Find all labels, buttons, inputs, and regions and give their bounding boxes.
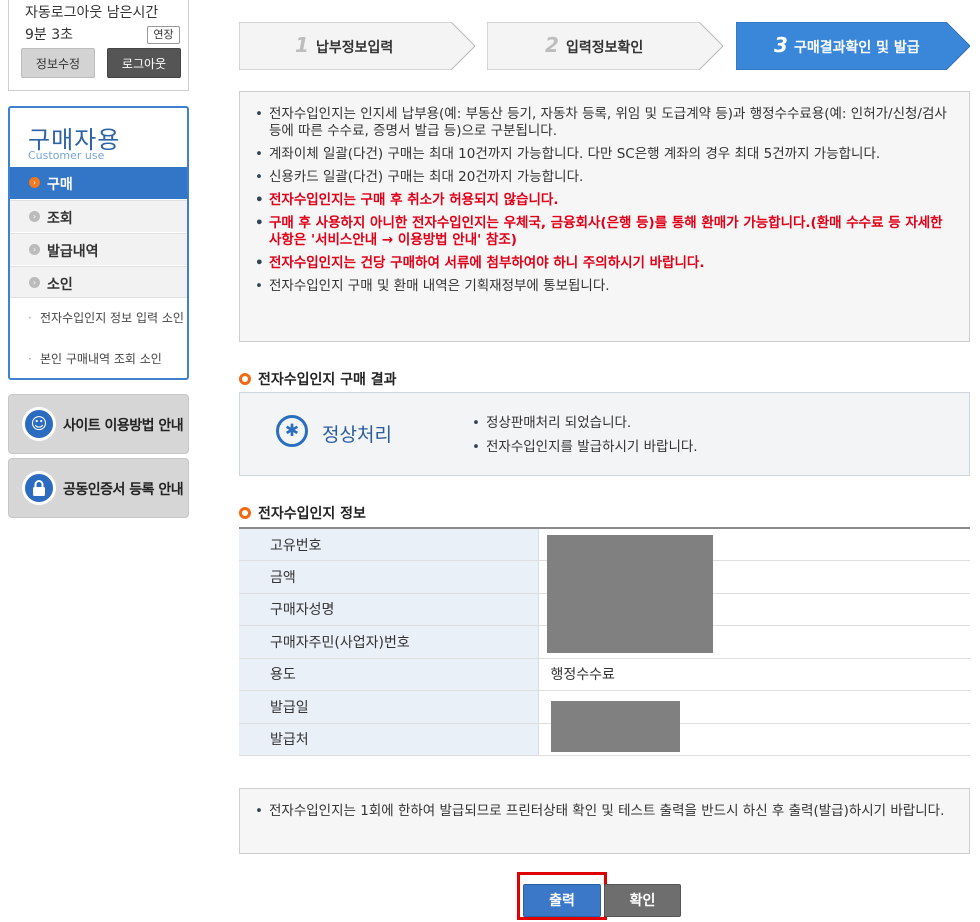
notice-warning-item: 전자수입인지는 구매 후 취소가 허용되지 않습니다.	[240, 192, 969, 209]
session-panel: 자동로그아웃 남은시간 9분 3초 연장 정보수정 로그아웃	[8, 0, 189, 91]
row-label: 금액	[239, 560, 539, 594]
print-button[interactable]: 출력	[523, 884, 601, 917]
step-2: 2 입력정보확인	[487, 22, 723, 70]
bullet-icon: ·	[28, 311, 32, 325]
row-label: 구매자성명	[239, 593, 539, 626]
result-message: 정상판매처리 되었습니다.	[472, 411, 698, 435]
row-value: 행정수수료	[538, 658, 970, 691]
sidebar-item-issue-history[interactable]: › 발급내역	[10, 233, 187, 265]
notice-warning-item: 전자수입인지는 건당 구매하여 서류에 첨부하여야 하니 주의하시기 바랍니다.	[240, 255, 969, 272]
guide-label: 공동인증서 등록 안내	[63, 482, 184, 498]
step-number: 2	[545, 33, 559, 57]
bullet-icon: ·	[28, 352, 32, 366]
sidebar-menu: 구매자용 Customer use › 구매 › 조회 › 발급내역 › 소인 …	[8, 106, 189, 380]
asterisk-badge-icon: ✱	[276, 415, 308, 447]
autologout-label: 자동로그아웃 남은시간	[25, 5, 159, 21]
notice-item: 전자수입인지는 인지세 납부용(예: 부동산 등기, 자동차 등록, 위임 및 …	[240, 106, 969, 140]
step-number: 1	[295, 33, 309, 57]
circle-bullet-icon	[239, 373, 251, 385]
sidebar-subitem-history[interactable]: · 본인 구매내역 조회 소인	[28, 351, 186, 368]
step-3: 3 구매결과확인 및 발급	[736, 22, 970, 70]
sidebar-item-label: 조회	[47, 211, 73, 227]
row-label: 발급처	[239, 723, 539, 756]
notice-warning-item: 구매 후 사용하지 아니한 전자수입인지는 우체국, 금융회사(은행 등)를 통…	[240, 215, 969, 249]
lock-icon	[22, 471, 56, 505]
extend-button[interactable]: 연장	[147, 26, 180, 44]
result-message: 전자수입인지를 발급하시기 바랍니다.	[472, 435, 698, 459]
step-number: 3	[774, 33, 788, 57]
row-label: 발급일	[239, 690, 539, 724]
sidebar-subtitle: Customer use	[28, 149, 105, 162]
sidebar-subitem-label: 전자수입인지 정보 입력 소인	[40, 311, 184, 325]
sidebar-item-inquiry[interactable]: › 조회	[10, 200, 187, 232]
sidebar-subitem-label: 본인 구매내역 조회 소인	[40, 352, 162, 366]
result-status: 정상처리	[322, 424, 392, 446]
sidebar-item-cancel-stamp[interactable]: › 소인	[10, 266, 187, 298]
guide-label: 사이트 이용방법 안내	[63, 418, 184, 434]
notice-item: 계좌이체 일괄(다건) 구매는 최대 10건까지 가능합니다. 다만 SC은행 …	[240, 146, 969, 163]
redacted-block	[547, 535, 713, 653]
sidebar-item-label: 소인	[47, 277, 73, 293]
sidebar-item-label: 구매	[47, 177, 73, 193]
step-label: 구매결과확인 및 발급	[794, 40, 920, 56]
chevron-right-icon: ›	[29, 211, 40, 222]
step-label: 입력정보확인	[566, 40, 644, 56]
redacted-block	[551, 701, 680, 752]
info-section-title: 전자수입인지 정보	[239, 503, 366, 523]
print-notice-text: 전자수입인지는 1회에 한하여 발급되므로 프린터상태 확인 및 테스트 출력을…	[240, 789, 969, 822]
headset-icon: ☺	[22, 407, 56, 441]
chevron-right-icon: ›	[29, 244, 40, 255]
step-label: 납부정보입력	[316, 40, 394, 56]
step-1: 1 납부정보입력	[239, 22, 475, 70]
result-box: ✱ 정상처리 정상판매처리 되었습니다. 전자수입인지를 발급하시기 바랍니다.	[239, 392, 970, 476]
row-label: 용도	[239, 658, 539, 691]
edit-info-button[interactable]: 정보수정	[21, 48, 95, 78]
logout-button[interactable]: 로그아웃	[107, 48, 181, 78]
confirm-button[interactable]: 확인	[604, 884, 681, 917]
notice-list: 전자수입인지는 인지세 납부용(예: 부동산 등기, 자동차 등록, 위임 및 …	[240, 106, 969, 295]
certificate-guide-button[interactable]: 공동인증서 등록 안내	[8, 458, 189, 518]
notice-box: 전자수입인지는 인지세 납부용(예: 부동산 등기, 자동차 등록, 위임 및 …	[239, 91, 970, 342]
result-section-title: 전자수입인지 구매 결과	[239, 369, 397, 389]
result-messages: 정상판매처리 되었습니다. 전자수입인지를 발급하시기 바랍니다.	[472, 411, 698, 459]
notice-item: 신용카드 일괄(다건) 구매는 최대 20건까지 가능합니다.	[240, 169, 969, 186]
notice-item: 전자수입인지 구매 및 환매 내역은 기획재정부에 통보됩니다.	[240, 278, 969, 295]
chevron-right-icon: ›	[29, 277, 40, 288]
remaining-time: 9분 3초	[25, 27, 74, 43]
row-label: 구매자주민(사업자)번호	[239, 625, 539, 659]
sidebar-item-purchase[interactable]: › 구매	[10, 167, 187, 199]
chevron-right-icon: ›	[29, 177, 40, 188]
sidebar-item-label: 발급내역	[47, 244, 99, 260]
table-row: 용도 행정수수료	[239, 658, 970, 691]
print-notice-box: 전자수입인지는 1회에 한하여 발급되므로 프린터상태 확인 및 테스트 출력을…	[239, 788, 970, 854]
circle-bullet-icon	[239, 507, 251, 519]
site-guide-button[interactable]: ☺ 사이트 이용방법 안내	[8, 394, 189, 454]
sidebar-subitem-info-input[interactable]: · 전자수입인지 정보 입력 소인	[28, 310, 186, 327]
row-label: 고유번호	[239, 528, 539, 561]
